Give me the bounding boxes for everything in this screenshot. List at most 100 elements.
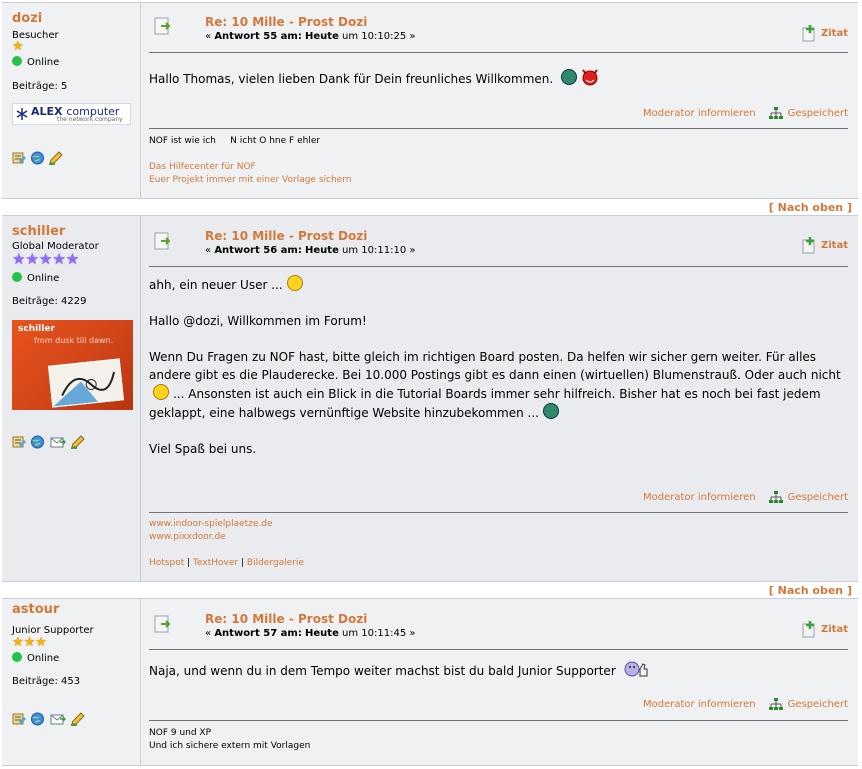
- back-to-top-link[interactable]: [ Nach oben ]: [769, 584, 852, 597]
- quote-icon: [802, 237, 815, 254]
- profile-icon[interactable]: [12, 151, 27, 165]
- post-55: dozi Besucher ★ Online Beiträge: 5 ALEX …: [2, 2, 858, 199]
- signature-text: Und ich sichere extern mit Vorlagen: [149, 741, 311, 751]
- quote-icon: [802, 25, 815, 42]
- post-meta: « Antwort 55 am: Heute um 10:10:25 »: [205, 31, 416, 42]
- signature-link[interactable]: www.pixxdoor.de: [149, 531, 226, 544]
- header-divider: [149, 649, 848, 650]
- post-title[interactable]: Re: 10 Mille - Prost Dozi: [205, 15, 367, 29]
- signature-link[interactable]: Euer Projekt immer mit einer Vorlage sic…: [149, 174, 351, 187]
- sitemap-icon: [768, 698, 783, 710]
- post-count: Beiträge: 5: [12, 81, 68, 92]
- online-status: Online: [12, 272, 59, 284]
- avatar-text: schiller: [18, 324, 55, 334]
- header-divider: [149, 266, 848, 267]
- report-moderator-link[interactable]: Moderator informieren: [643, 492, 756, 503]
- report-moderator-link[interactable]: Moderator informieren: [643, 108, 756, 119]
- www-icon[interactable]: [30, 435, 45, 449]
- user-icons: [12, 712, 85, 726]
- avatar: ALEX computer the network company: [12, 103, 131, 125]
- quote-button[interactable]: Zitat: [801, 620, 848, 638]
- post-title[interactable]: Re: 10 Mille - Prost Dozi: [205, 229, 367, 243]
- post-actions: Moderator informieren Gespeichert: [643, 698, 848, 711]
- rank-stars: ★★★: [12, 635, 47, 650]
- username[interactable]: schiller: [12, 224, 65, 239]
- signature-divider: [149, 128, 848, 129]
- quote-button[interactable]: Zitat: [801, 236, 848, 254]
- pm-icon[interactable]: [48, 712, 67, 726]
- header-divider: [149, 52, 848, 53]
- post-sidebar: dozi Besucher ★ Online Beiträge: 5 ALEX …: [2, 3, 141, 198]
- post-body: Naja, und wenn du in dem Tempo weiter ma…: [149, 661, 846, 680]
- signature-text: NOF ist wie ich N icht O hne F ehler: [149, 136, 321, 146]
- post-actions: Moderator informieren Gespeichert: [643, 491, 848, 504]
- post-paragraph: Viel Spaß bei uns.: [149, 442, 257, 456]
- edit-icon[interactable]: [70, 435, 85, 449]
- www-icon[interactable]: [30, 151, 45, 165]
- post-title[interactable]: Re: 10 Mille - Prost Dozi: [205, 612, 367, 626]
- signature-link[interactable]: Das Hilfecenter für NOF: [149, 161, 256, 174]
- signature-divider: [149, 512, 848, 513]
- post-count: Beiträge: 453: [12, 676, 81, 687]
- post-main: Re: 10 Mille - Prost Dozi « Antwort 57 a…: [141, 599, 858, 765]
- signature-divider: [149, 720, 848, 721]
- avatar: schiller from dusk till dawn.: [12, 320, 133, 410]
- avatar-subtext: the network company: [57, 116, 123, 123]
- sitemap-icon: [768, 491, 783, 503]
- username[interactable]: dozi: [12, 11, 42, 26]
- floral-ornament-icon: [53, 371, 115, 407]
- thumbs-up-smiley-icon: [624, 661, 648, 677]
- online-icon: [12, 652, 22, 662]
- quote-icon: [802, 621, 815, 638]
- quote-button[interactable]: Zitat: [801, 24, 848, 42]
- report-moderator-link[interactable]: Moderator informieren: [643, 699, 756, 710]
- texthover-link[interactable]: TextHover: [193, 558, 238, 568]
- online-icon: [12, 56, 22, 66]
- user-icons: [12, 435, 85, 449]
- user-icons: [12, 151, 63, 165]
- cool-smiley-icon: [153, 384, 169, 400]
- profile-icon[interactable]: [12, 435, 27, 449]
- saved-link[interactable]: Gespeichert: [768, 698, 848, 711]
- profile-icon[interactable]: [12, 712, 27, 726]
- grin-smiley-icon: [561, 69, 578, 85]
- post-paragraph: Hallo @dozi, Willkommen im Forum!: [149, 314, 367, 328]
- grin-smiley-icon: [543, 403, 559, 419]
- edit-icon[interactable]: [48, 151, 63, 165]
- saved-link[interactable]: Gespeichert: [768, 107, 848, 120]
- rank-stars: ★: [12, 39, 24, 54]
- post-main: Re: 10 Mille - Prost Dozi « Antwort 55 a…: [141, 3, 858, 198]
- saved-link[interactable]: Gespeichert: [768, 491, 848, 504]
- online-status: Online: [12, 652, 59, 664]
- username[interactable]: astour: [12, 602, 59, 617]
- devil-smiley-icon: [582, 69, 598, 86]
- post-body: ahh, ein neuer User ... Hallo @dozi, Wil…: [149, 275, 846, 476]
- online-icon: [12, 272, 22, 282]
- post-sidebar: schiller Global Moderator ★★★★★ Online B…: [2, 216, 141, 581]
- post-icon: [154, 615, 171, 633]
- alex-logo-icon: [16, 108, 28, 120]
- post-meta: « Antwort 57 am: Heute um 10:11:45 »: [205, 628, 416, 639]
- wink-smiley-icon: [286, 275, 303, 291]
- online-status: Online: [12, 56, 59, 68]
- sitemap-icon: [768, 107, 783, 119]
- forum-thread: dozi Besucher ★ Online Beiträge: 5 ALEX …: [0, 0, 862, 769]
- post-meta: « Antwort 56 am: Heute um 10:11:10 »: [205, 245, 416, 256]
- bildergalerie-link[interactable]: Bildergalerie: [247, 558, 304, 568]
- post-body: Hallo Thomas, vielen lieben Dank für Dei…: [149, 68, 846, 88]
- pm-icon[interactable]: [48, 435, 67, 449]
- avatar-subtext: from dusk till dawn.: [34, 336, 114, 345]
- post-actions: Moderator informieren Gespeichert: [643, 107, 848, 120]
- post-57: astour Junior Supporter ★★★ Online Beitr…: [2, 598, 858, 766]
- signature-text: NOF 9 und XP: [149, 728, 212, 738]
- post-icon: [154, 232, 171, 250]
- post-56: schiller Global Moderator ★★★★★ Online B…: [2, 215, 858, 582]
- hotspot-link[interactable]: Hotspot: [149, 558, 184, 568]
- post-count: Beiträge: 4229: [12, 296, 87, 307]
- edit-icon[interactable]: [70, 712, 85, 726]
- www-icon[interactable]: [30, 712, 45, 726]
- back-to-top-link[interactable]: [ Nach oben ]: [769, 201, 852, 214]
- post-icon: [154, 17, 171, 35]
- signature-link[interactable]: www.indoor-spielplaetze.de: [149, 518, 273, 531]
- post-main: Re: 10 Mille - Prost Dozi « Antwort 56 a…: [141, 216, 858, 581]
